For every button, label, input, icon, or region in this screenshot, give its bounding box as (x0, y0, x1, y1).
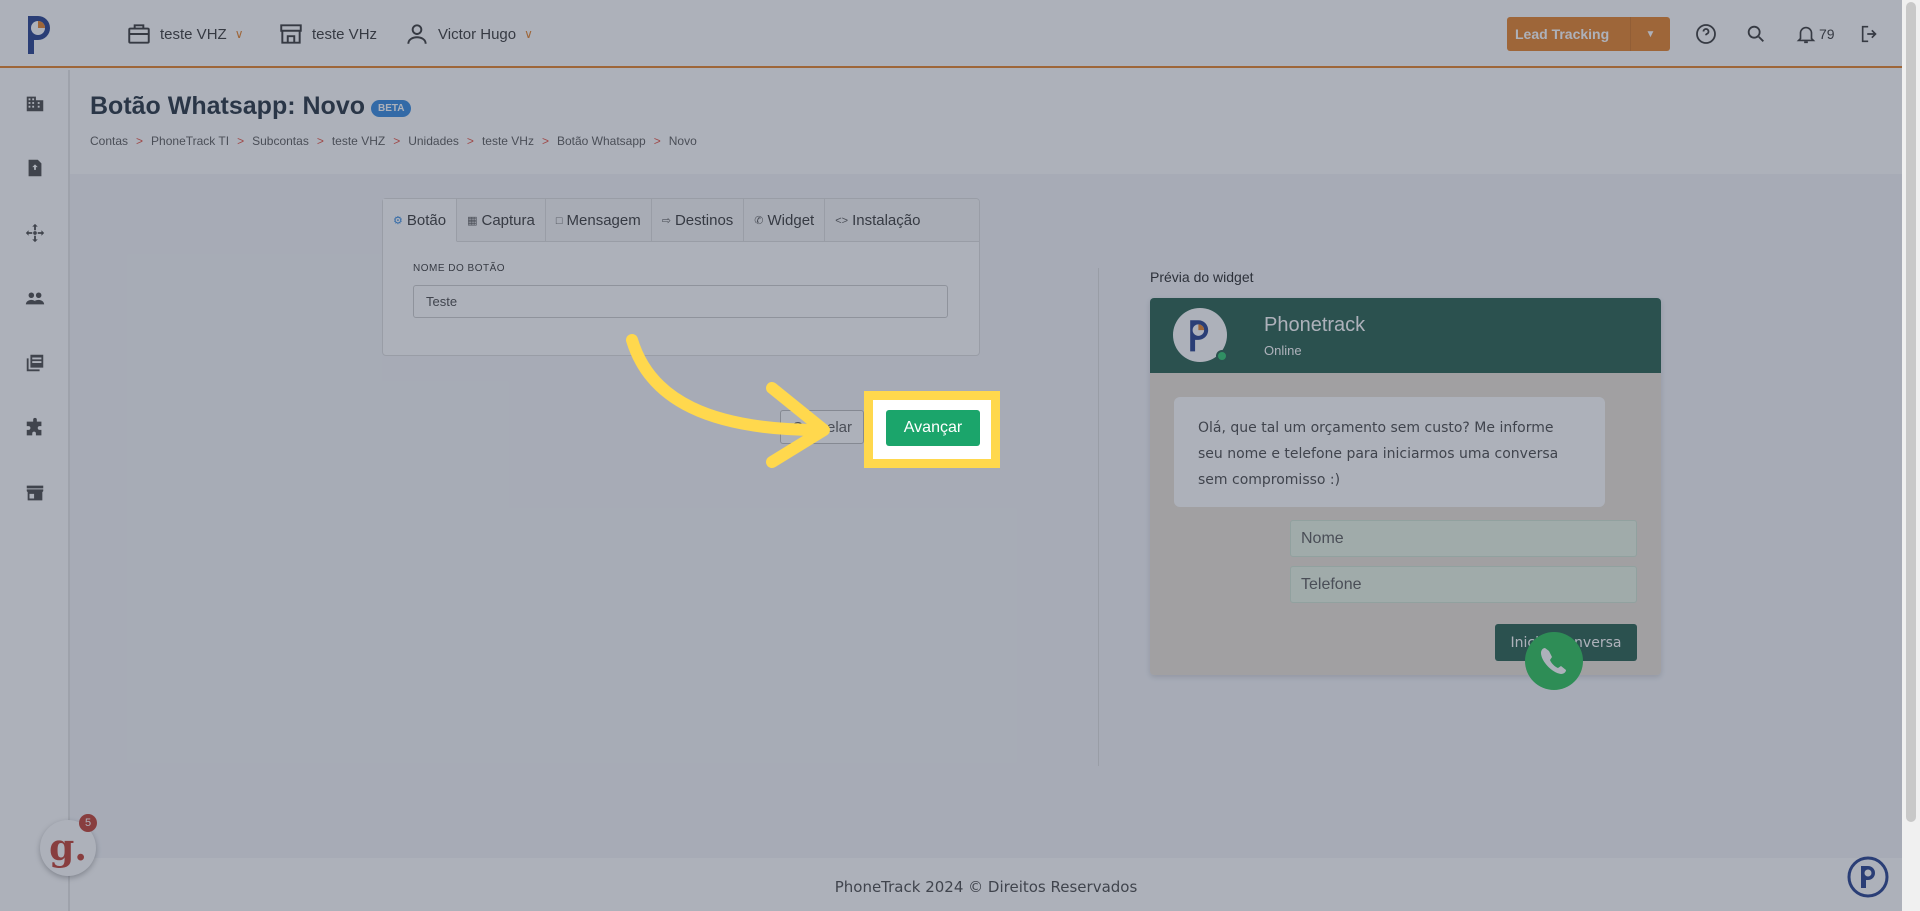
breadcrumb-item[interactable]: teste VHZ (332, 134, 385, 148)
grid-icon: ▦ (467, 215, 478, 227)
tab-mensagem[interactable]: □ Mensagem (546, 199, 652, 242)
support-chat-icon[interactable] (1846, 855, 1890, 899)
online-indicator (1216, 350, 1228, 362)
message-icon: □ (555, 214, 563, 227)
user-menu[interactable]: Victor Hugo ∨ (404, 20, 533, 48)
phonetrack-logo (1190, 320, 1209, 352)
sidebar (0, 70, 70, 911)
chevron-down-icon: ∨ (234, 27, 244, 41)
scrollbar-thumb[interactable] (1906, 2, 1916, 822)
footer: PhoneTrack 2024 © Direitos Reservados (70, 858, 1902, 911)
move-icon[interactable] (24, 222, 46, 244)
phonetrack-logo[interactable] (22, 12, 58, 56)
breadcrumb-separator: > (136, 134, 144, 148)
breadcrumb-item[interactable]: Contas (90, 134, 128, 148)
tab-label: Captura (481, 212, 535, 229)
user-icon (407, 24, 427, 44)
building-icon[interactable] (24, 92, 46, 114)
logout-icon[interactable] (1856, 20, 1884, 48)
lead-tracking-button[interactable]: Lead Tracking ▼ (1507, 17, 1670, 51)
breadcrumb-item[interactable]: Botão Whatsapp (557, 134, 646, 148)
breadcrumb-separator: > (237, 134, 245, 148)
account-name: teste VHZ (160, 25, 227, 43)
guide-count-badge: 5 (79, 814, 97, 832)
storefront-icon[interactable] (24, 482, 46, 504)
page-title: Botão Whatsapp: Novo BETA (90, 92, 412, 121)
puzzle-icon[interactable] (24, 417, 46, 439)
tab-destinos[interactable]: ⇨ Destinos (652, 199, 745, 242)
tab-label: Botão (406, 211, 447, 229)
store-name: teste VHz (312, 25, 378, 43)
tab-captura[interactable]: ▦ Captura (457, 199, 546, 242)
breadcrumb: Contas > PhoneTrack TI > Subcontas > teste … (90, 134, 697, 148)
lead-tracking-label: Lead Tracking (1515, 26, 1610, 42)
tab-label: Destinos (674, 212, 734, 229)
top-navbar: teste VHZ ∨ teste VHz Victor Hugo ∨ Lead… (0, 0, 1902, 68)
breadcrumb-item[interactable]: PhoneTrack TI (151, 134, 229, 148)
breadcrumb-item[interactable]: Unidades (408, 134, 459, 148)
gear-icon: ⚙ (393, 214, 403, 227)
widget-preview: Phonetrack Online Olá, que tal um orçame… (1150, 298, 1661, 675)
whatsapp-icon: ✆ (754, 215, 764, 227)
library-icon[interactable] (24, 352, 46, 374)
caret-down-icon[interactable]: ▼ (1630, 17, 1670, 51)
document-icon[interactable] (24, 157, 46, 179)
notification-count: 79 (1819, 26, 1835, 42)
widget-name: Phonetrack (1264, 314, 1366, 336)
help-icon[interactable] (1692, 20, 1720, 48)
breadcrumb-separator: > (653, 134, 661, 148)
breadcrumb-separator: > (541, 134, 549, 148)
chevron-down-icon: ∨ (524, 27, 533, 41)
message-bubble: Olá, que tal um orçamento sem custo? Me … (1174, 397, 1605, 507)
beta-badge: BETA (371, 100, 412, 117)
name-input[interactable]: Nome (1290, 520, 1637, 557)
whatsapp-icon[interactable] (1523, 630, 1585, 692)
vertical-divider (1098, 268, 1099, 766)
page-title-text: Botão Whatsapp: Novo (90, 92, 365, 120)
tab-botao[interactable]: ⚙ Botão (383, 199, 458, 242)
preview-label: Prévia do widget (1150, 269, 1254, 285)
tab-label: Instalação (852, 212, 921, 229)
tab-instalacao[interactable]: <> Instalação (825, 199, 930, 242)
tab-bar: ⚙ Botão ▦ Captura □ Mensagem ⇨ Destinos ✆ Wid… (383, 199, 979, 242)
breadcrumb-item[interactable]: Subcontas (252, 134, 309, 148)
bell-icon[interactable] (1792, 20, 1820, 48)
phone-input[interactable]: Telefone (1290, 566, 1637, 603)
tab-label: Mensagem (566, 212, 641, 229)
account-selector[interactable]: teste VHZ ∨ (126, 20, 243, 48)
code-icon: <> (835, 214, 849, 227)
tab-widget[interactable]: ✆ Widget (744, 199, 826, 242)
search-icon[interactable] (1742, 20, 1770, 48)
main-content: Botão Whatsapp: Novo BETA Contas > PhoneT… (70, 70, 1902, 911)
login-icon: ⇨ (661, 215, 671, 227)
breadcrumb-item: Novo (668, 134, 697, 148)
users-icon[interactable] (24, 287, 46, 309)
page-header: Botão Whatsapp: Novo BETA Contas > PhoneT… (70, 70, 1902, 174)
tab-label: Widget (767, 212, 815, 229)
breadcrumb-separator: > (393, 134, 401, 148)
briefcase-icon (128, 24, 150, 44)
tutorial-arrow-icon (626, 334, 830, 468)
breadcrumb-separator: > (466, 134, 474, 148)
widget-header: Phonetrack Online (1150, 298, 1661, 373)
button-name-input[interactable] (413, 285, 948, 318)
breadcrumb-item[interactable]: teste VHz (482, 134, 534, 148)
button-name-label: NOME DO BOTÃO (413, 263, 506, 274)
store-icon (280, 24, 302, 44)
advance-button-highlighted[interactable]: Avançar (886, 410, 980, 446)
breadcrumb-separator: > (316, 134, 324, 148)
user-name: Victor Hugo (438, 25, 517, 43)
widget-status: Online (1264, 343, 1302, 358)
store-selector[interactable]: teste VHz (278, 20, 377, 48)
